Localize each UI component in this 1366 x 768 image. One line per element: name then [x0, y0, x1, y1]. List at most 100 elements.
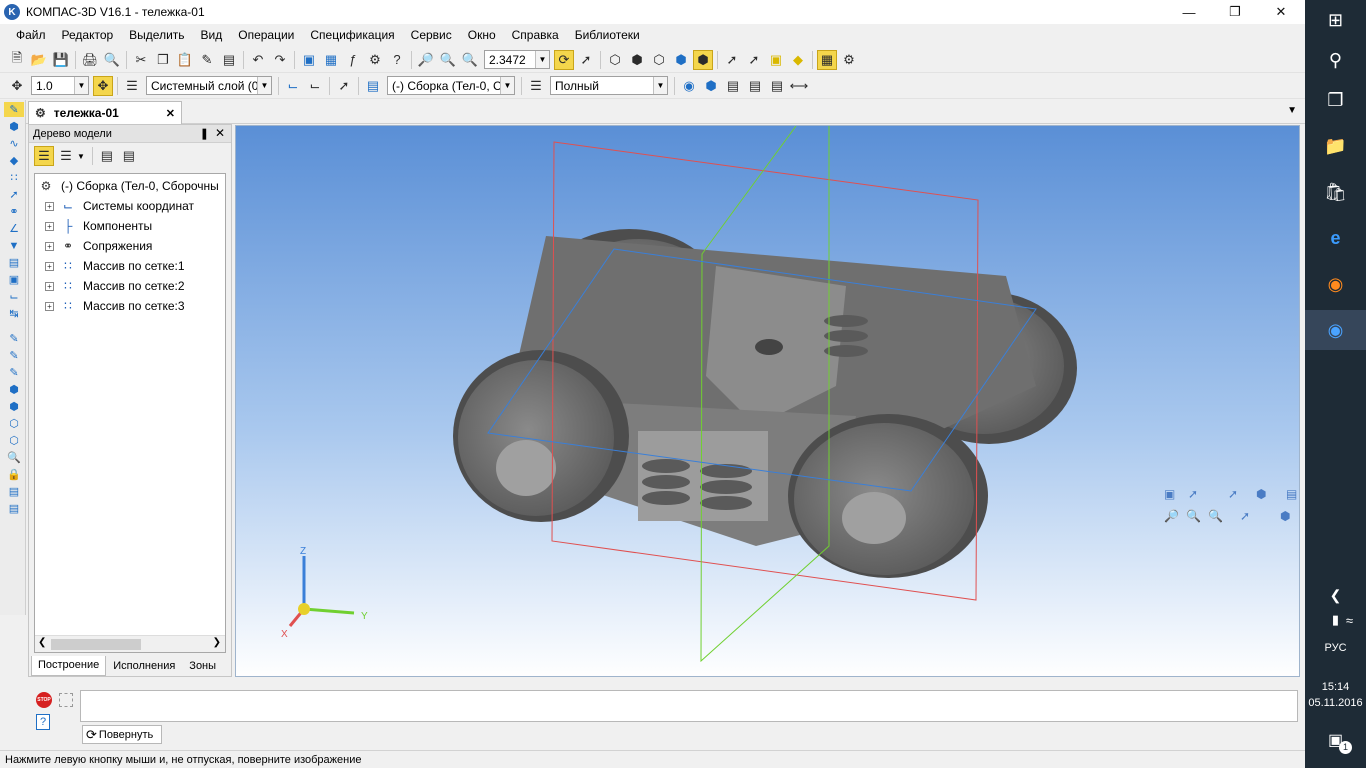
orientation-cs-icon[interactable]: ⌙ — [305, 76, 325, 96]
surfaces-icon[interactable]: ◆ — [4, 153, 24, 168]
menu-window[interactable]: Окно — [460, 28, 504, 42]
settings-icon[interactable]: ⚙ — [839, 50, 859, 70]
float-settings-icon[interactable]: ▤ — [1286, 487, 1297, 501]
triad-icon[interactable]: ➚ — [722, 50, 742, 70]
layer-combo[interactable]: Системный слой (0) ▼ — [146, 76, 272, 95]
close-panel-icon[interactable]: ✕ — [215, 126, 225, 140]
tab-zones[interactable]: Зоны — [182, 656, 223, 676]
hidden-lines-icon[interactable]: ⬢ — [627, 50, 647, 70]
tree-horizontal-scrollbar[interactable]: ❮ ❯ — [35, 635, 225, 652]
cursor-step-icon[interactable]: ✥ — [7, 76, 27, 96]
redo-icon[interactable]: ↷ — [270, 50, 290, 70]
tree-item[interactable]: + ∷ Массив по сетке:1 — [35, 256, 225, 276]
measure-icon[interactable]: ∠ — [4, 221, 24, 236]
rotate-button[interactable]: ⟳ Повернуть — [82, 725, 162, 744]
arrays-icon[interactable]: ∷ — [4, 170, 24, 185]
halftone-edges-icon[interactable]: ⬢ — [693, 49, 713, 70]
float-zoom-in-icon[interactable]: 🔍 — [1186, 508, 1201, 523]
menu-help[interactable]: Справка — [504, 28, 567, 42]
expand-icon[interactable]: + — [45, 281, 54, 291]
lock-icon[interactable]: 🔒 — [4, 467, 24, 482]
step-combo[interactable]: 1.0 ▼ — [31, 76, 89, 95]
menu-libraries[interactable]: Библиотеки — [567, 28, 648, 42]
dropdown-arrow-icon[interactable]: ▼ — [77, 152, 85, 161]
wifi-icon[interactable]: ≈ — [1319, 600, 1366, 640]
dropdown-arrow-icon[interactable]: ▼ — [653, 77, 667, 94]
expand-icon[interactable]: + — [45, 261, 54, 271]
scroll-right-icon[interactable]: ❯ — [213, 637, 221, 648]
float-section-icon[interactable]: ➚ — [1228, 487, 1238, 501]
float-pan-icon[interactable]: ➚ — [1240, 509, 1250, 523]
close-button[interactable]: ✕ — [1258, 0, 1304, 24]
insert-component-icon[interactable]: ⬢ — [4, 382, 24, 397]
format-brush-icon[interactable]: ✎ — [197, 50, 217, 70]
orientation-icon[interactable]: ➚ — [576, 50, 596, 70]
start-icon[interactable]: ⊞ — [1305, 0, 1366, 40]
undo-icon[interactable]: ↶ — [248, 50, 268, 70]
menu-select[interactable]: Выделить — [121, 28, 192, 42]
menu-view[interactable]: Вид — [193, 28, 231, 42]
macro-icon[interactable]: ✎ — [4, 348, 24, 363]
fx-icon[interactable]: ƒ — [343, 50, 363, 70]
help-icon[interactable]: ? — [36, 714, 50, 730]
properties-icon[interactable]: ▤ — [219, 50, 239, 70]
dimension-icon[interactable]: ⟷ — [789, 76, 809, 96]
file-explorer-icon[interactable]: 📁 — [1305, 126, 1366, 166]
document-tab-close-icon[interactable]: ✕ — [166, 107, 175, 120]
task-view-icon[interactable]: ❐ — [1305, 80, 1366, 120]
measure-icon[interactable]: ⚙ — [365, 50, 385, 70]
hidden-thin-icon[interactable]: ⬡ — [649, 50, 669, 70]
document-tab[interactable]: ⚙ тележка-01 ✕ — [28, 101, 182, 124]
menu-operations[interactable]: Операции — [230, 28, 302, 42]
float-zoom-out-icon[interactable]: 🔍 — [1208, 508, 1223, 523]
store-icon[interactable]: 🛍 — [1305, 172, 1366, 212]
library-manager-icon[interactable]: ▣ — [299, 50, 319, 70]
tree-icon[interactable]: ▤ — [4, 484, 24, 499]
scroll-thumb[interactable] — [51, 639, 141, 650]
draft-icon[interactable]: ✎ — [4, 365, 24, 380]
tree-filter-icon[interactable]: ▤ — [97, 146, 117, 166]
tree-settings-icon[interactable]: ▤ — [119, 146, 139, 166]
float-orient-icon[interactable]: ➚ — [1188, 487, 1198, 501]
display-mode-icon[interactable]: ☰ — [526, 76, 546, 96]
float-cube-icon[interactable]: ⬢ — [1256, 487, 1266, 501]
kompas-taskbar-icon[interactable]: ◉ — [1305, 310, 1366, 350]
expand-icon[interactable]: + — [45, 241, 54, 251]
tree-item[interactable]: + ├ Компоненты — [35, 216, 225, 236]
expand-icon[interactable]: + — [45, 301, 54, 311]
bom-icon[interactable]: ▤ — [4, 501, 24, 516]
context-icon[interactable]: ▤ — [363, 76, 383, 96]
notifications-icon[interactable]: ▣ — [1305, 720, 1366, 760]
object-properties-icon[interactable]: ▤ — [767, 76, 787, 96]
tree-root[interactable]: ⚙ (-) Сборка (Тел-0, Сборочны — [35, 176, 225, 196]
float-zoom-icon[interactable]: ▣ — [1164, 487, 1175, 501]
mates-icon[interactable]: ⚭ — [4, 204, 24, 219]
clock-time[interactable]: 15:14 — [1305, 681, 1366, 693]
rotate-view-icon[interactable]: ⟳ — [554, 49, 574, 70]
display-mode-combo[interactable]: Полный ▼ — [550, 76, 668, 95]
move-component-icon[interactable]: ⬢ — [4, 399, 24, 414]
zoom-value-combo[interactable]: 2.3472 ▼ — [484, 50, 550, 69]
save-icon[interactable]: 💾 — [51, 50, 71, 70]
local-cs-icon[interactable]: ⌙ — [283, 76, 303, 96]
tree-item[interactable]: + ⌙ Системы координат — [35, 196, 225, 216]
grid-snap-icon[interactable]: ✥ — [93, 75, 113, 96]
viewport-canvas[interactable]: Z Y X ▣ ➚ ➚ ⬢ ▤ 🔎 🔍 🔍 ➚ ⬢ — [236, 126, 1300, 677]
aux-geometry-icon[interactable]: ➚ — [4, 187, 24, 202]
rotate-component-icon[interactable]: ⬡ — [4, 416, 24, 431]
copy-icon[interactable]: ❐ — [153, 50, 173, 70]
spec-icon[interactable]: ▤ — [4, 255, 24, 270]
color-icon[interactable]: ⬢ — [701, 76, 721, 96]
search-icon[interactable]: ⚲ — [1305, 40, 1366, 80]
float-halftone-icon[interactable]: ⬢ — [1280, 509, 1290, 523]
edit-assembly-icon[interactable]: ✎ — [4, 102, 24, 117]
halftone-icon[interactable]: ⬢ — [671, 50, 691, 70]
material-icon[interactable]: ◉ — [679, 76, 699, 96]
menu-editor[interactable]: Редактор — [54, 28, 122, 42]
section-icon[interactable]: ➚ — [744, 50, 764, 70]
collision-icon[interactable]: ⬡ — [4, 433, 24, 448]
language-indicator[interactable]: РУС — [1305, 642, 1366, 654]
dropdown-arrow-icon[interactable]: ▼ — [500, 77, 514, 94]
filter-icon[interactable]: ▼ — [4, 238, 24, 253]
dropdown-arrow-icon[interactable]: ▼ — [257, 77, 271, 94]
